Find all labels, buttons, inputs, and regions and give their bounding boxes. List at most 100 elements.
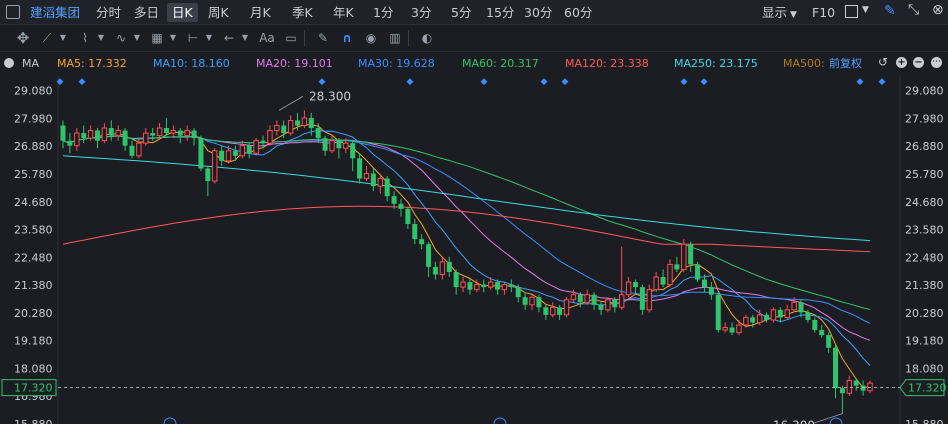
candle-body-down: [860, 385, 866, 391]
candle-body-down: [281, 125, 287, 134]
tab-13[interactable]: 60分: [562, 3, 594, 22]
close-icon[interactable]: ⊗: [932, 2, 944, 18]
candle-body-up: [770, 309, 777, 321]
pen-icon[interactable]: ✎: [884, 3, 896, 19]
candle-body-up: [101, 127, 108, 142]
tab-4[interactable]: 周K: [206, 3, 231, 22]
tab-1[interactable]: 分时: [94, 3, 123, 22]
candle-body-down: [508, 284, 514, 288]
candle-body-down: [446, 261, 452, 272]
candle-body-up: [363, 172, 370, 180]
y-tick-label-right: 23.580: [905, 224, 944, 237]
add-icon[interactable]: +: [896, 57, 907, 68]
candle-body-down: [67, 140, 73, 146]
text-tool-icon[interactable]: Aa: [256, 29, 278, 47]
event-circle-icon: [829, 417, 843, 424]
tab-11[interactable]: 15分: [484, 3, 516, 22]
event-marker: ◆: [57, 77, 64, 87]
event-marker: ◆: [562, 77, 569, 87]
ma500-value: MA500:: [783, 57, 825, 70]
y-tick-label-left: 21.380: [14, 279, 53, 292]
adjust-mode[interactable]: 前复权: [829, 57, 862, 71]
candle-body-up: [170, 130, 177, 134]
checkbox-icon[interactable]: [845, 5, 858, 18]
current-price-label-left: 17.320: [14, 382, 53, 395]
candle-body-up: [618, 294, 625, 308]
tab-5[interactable]: 月K: [248, 3, 273, 22]
shrink-icon[interactable]: ⤡: [908, 2, 919, 18]
chevron-down-icon[interactable]: ▼: [92, 29, 110, 47]
display-label: 显示: [762, 5, 788, 20]
candle-body-down: [764, 314, 770, 320]
chevron-down-icon[interactable]: ▼: [54, 29, 72, 47]
tab-6[interactable]: 季K: [290, 3, 315, 22]
candle-body-up: [74, 132, 80, 147]
y-tick-label-left: 15.880: [14, 418, 53, 424]
y-tick-label-right: 27.980: [905, 112, 944, 125]
brush-icon[interactable]: ✎: [314, 29, 332, 47]
candle-body-down: [819, 330, 825, 336]
tab-8[interactable]: 1分: [371, 3, 395, 22]
move-icon[interactable]: ✥: [14, 29, 32, 47]
trash-icon[interactable]: ▥: [386, 29, 404, 47]
indicator-label[interactable]: MA: [22, 57, 39, 70]
candle-body-down: [467, 282, 473, 290]
y-tick-label-right: 20.280: [905, 307, 944, 320]
remove-icon[interactable]: −: [913, 57, 924, 68]
tab-2[interactable]: 多日: [132, 3, 161, 22]
more-icon[interactable]: ⋯: [931, 57, 942, 68]
candle-body-down: [426, 244, 432, 267]
event-circle-icon: [493, 417, 507, 424]
candle-body-down: [432, 266, 438, 275]
candle-body-down: [322, 138, 328, 151]
candle-body-up: [487, 281, 494, 288]
candle-body-down: [81, 133, 87, 139]
candle-body-up: [646, 289, 652, 311]
candle-body-up: [143, 132, 149, 144]
candle-body-down: [391, 196, 397, 204]
ma20-value: MA20: 19.101: [256, 57, 333, 70]
grid-lines: [57, 76, 901, 424]
candle-body-down: [612, 299, 618, 308]
toggle-icon[interactable]: ◐: [418, 29, 436, 47]
candle-body-down: [219, 150, 225, 161]
undo-icon[interactable]: ↺: [878, 55, 888, 69]
chevron-down-icon[interactable]: ▼: [862, 5, 869, 15]
candle-body-up: [846, 380, 853, 394]
moving-average-lines: [62, 123, 871, 389]
candle-body-down: [191, 130, 197, 139]
candle-body-down: [481, 284, 487, 288]
tab-10[interactable]: 5分: [449, 3, 473, 22]
magnet-icon[interactable]: ∩: [338, 29, 356, 47]
candle-body-down: [577, 294, 583, 303]
chevron-down-icon[interactable]: ▼: [200, 29, 218, 47]
tab-7[interactable]: 年K: [331, 3, 356, 22]
tab-9[interactable]: 3分: [409, 3, 433, 22]
candle-body-down: [812, 319, 818, 331]
comment-tool-icon[interactable]: ▭: [282, 29, 300, 47]
header-bar: 建滔集团 分时 多日 日K 周K 月K 季K 年K 1分 3分 5分 15分 30分 60分 显示 ▼ F…: [0, 0, 948, 25]
display-dropdown[interactable]: 显示 ▼: [762, 3, 797, 25]
chevron-down-icon[interactable]: ▼: [128, 29, 146, 47]
chevron-down-icon[interactable]: ▼: [164, 29, 182, 47]
eye-icon[interactable]: ◉: [362, 29, 380, 47]
event-marker: ◆: [681, 77, 688, 87]
f10-button[interactable]: F10: [812, 3, 835, 22]
tab-3[interactable]: 日K: [167, 3, 198, 22]
candlesticks: [60, 110, 873, 414]
panel-toggle-icon[interactable]: [6, 5, 20, 19]
candle-body-up: [343, 142, 349, 149]
y-tick-label-right: 25.780: [905, 168, 944, 181]
chevron-down-icon: ▼: [790, 10, 797, 20]
candle-body-down: [260, 140, 266, 144]
kline-chart[interactable]: 29.080 27.980 26.880 25.780 24.680 23.580 22.4…: [0, 76, 948, 424]
collapse-icon[interactable]: [4, 58, 14, 68]
ma250-line: [62, 155, 871, 242]
y-tick-label-left: 23.580: [14, 224, 53, 237]
chevron-down-icon[interactable]: ▼: [236, 29, 254, 47]
candle-body-down: [715, 294, 721, 331]
candle-body-down: [639, 287, 645, 310]
candle-body-up: [570, 294, 577, 301]
y-tick-label-right: 26.880: [905, 140, 944, 153]
tab-12[interactable]: 30分: [522, 3, 554, 22]
